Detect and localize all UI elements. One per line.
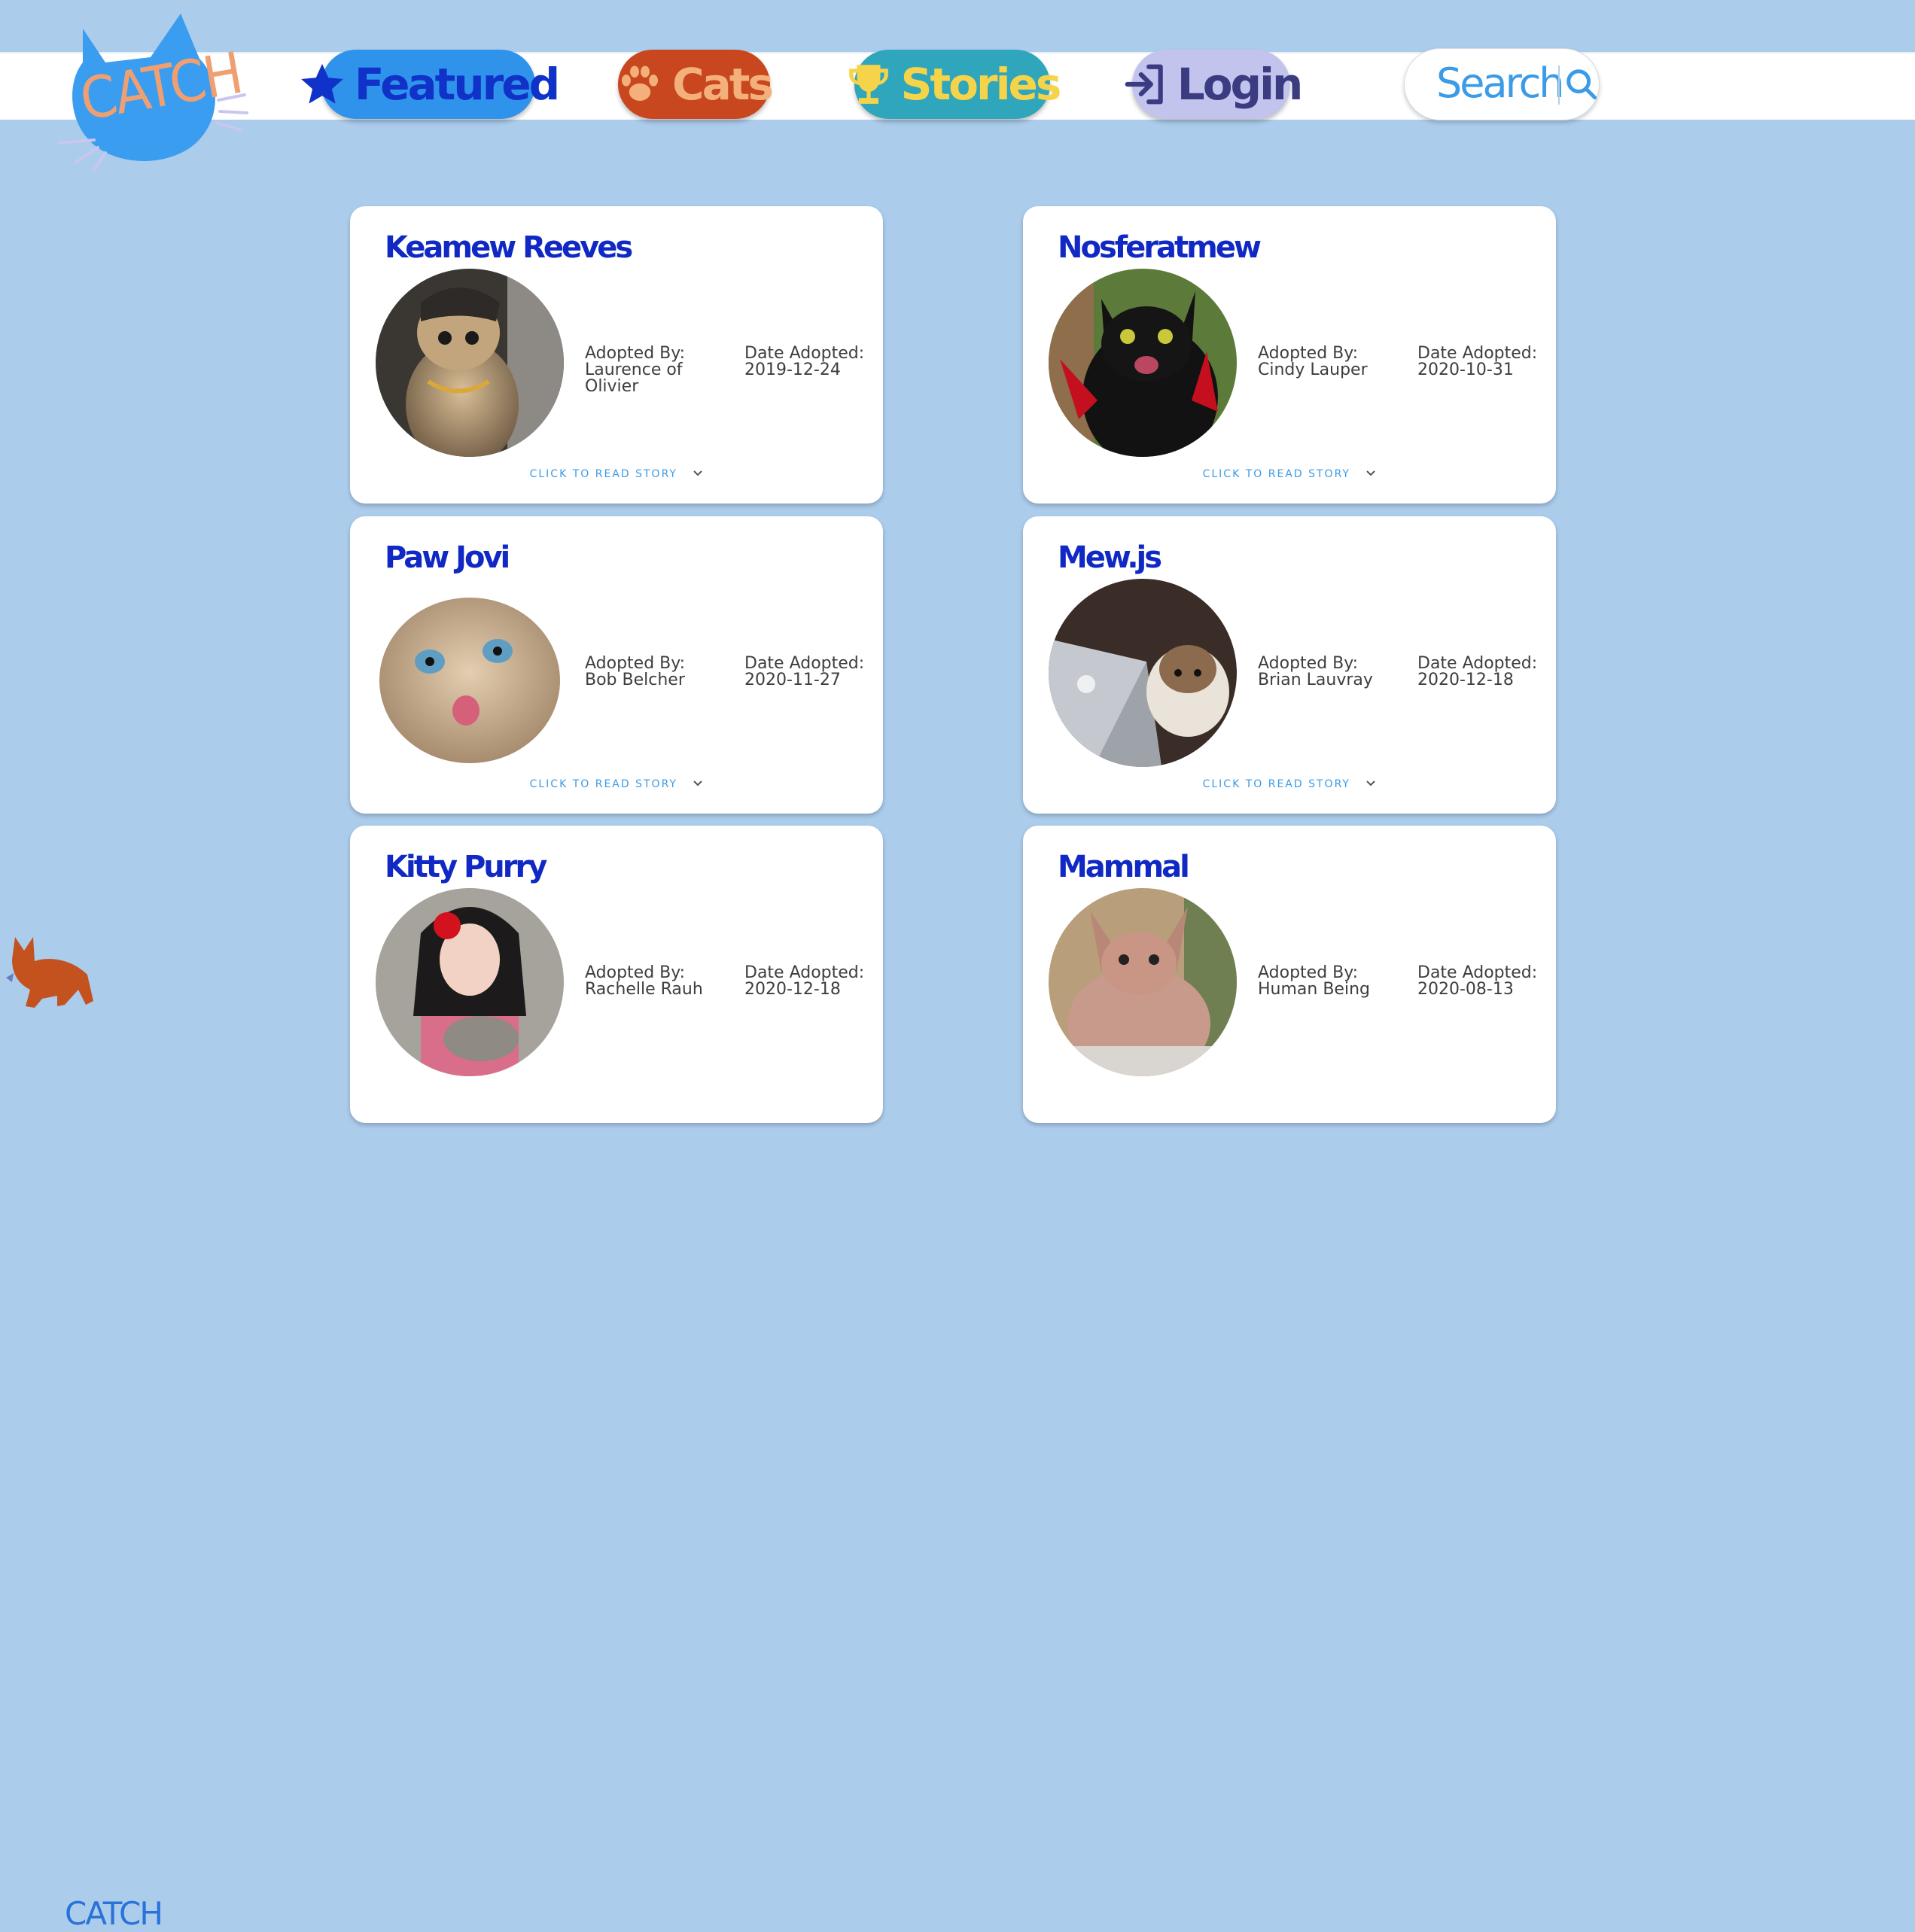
date-adopted-value: 2020-10-31 xyxy=(1417,361,1514,379)
adopted-by: Adopted By: Bob Belcher xyxy=(585,656,705,689)
date-adopted-value: 2020-08-13 xyxy=(1417,980,1514,999)
date-adopted-value: 2019-12-24 xyxy=(744,361,841,379)
read-story-label: CLICK TO READ STORY xyxy=(1202,468,1350,480)
cat-name: Mammal xyxy=(1058,850,1190,884)
adopted-by: Adopted By: Rachelle Rauh xyxy=(585,965,705,998)
chevron-down-icon xyxy=(693,468,703,480)
cat-name: Kitty Purry xyxy=(385,850,547,884)
footer-logo: CATCH xyxy=(5,929,163,1932)
cat-photo xyxy=(376,579,564,767)
nav-cats-label: Cats xyxy=(672,59,774,110)
cat-name: Nosferatmew xyxy=(1058,230,1262,265)
search-label: Search xyxy=(1436,59,1565,107)
nav-featured-button[interactable]: Featured xyxy=(300,50,560,119)
adopted-by-label: Adopted By: xyxy=(585,963,686,982)
adopted-by-label: Adopted By: xyxy=(585,654,686,673)
date-adopted: Date Adopted: 2020-12-18 xyxy=(744,965,880,998)
date-adopted-label: Date Adopted: xyxy=(1417,654,1538,673)
read-story-label: CLICK TO READ STORY xyxy=(1202,778,1350,790)
cat-photo xyxy=(1049,579,1237,767)
date-adopted: Date Adopted: 2020-12-18 xyxy=(1417,656,1553,689)
cat-name: Paw Jovi xyxy=(385,540,510,575)
cat-name: Keamew Reeves xyxy=(385,230,633,265)
adopted-by-value: Laurence of Olivier xyxy=(585,361,683,396)
adopted-by-value: Rachelle Rauh xyxy=(585,980,703,999)
date-adopted-value: 2020-11-27 xyxy=(744,671,841,689)
read-story-label: CLICK TO READ STORY xyxy=(529,468,677,480)
chevron-down-icon xyxy=(1365,468,1376,480)
nav-login-button[interactable]: Login xyxy=(1125,50,1303,119)
read-story-toggle[interactable]: CLICK TO READ STORY xyxy=(350,778,883,790)
nav-stories-button[interactable]: Stories xyxy=(848,50,1061,119)
nav-featured-label: Featured xyxy=(354,59,560,110)
cat-photo xyxy=(1049,269,1237,457)
adopted-by: Adopted By: Human Being xyxy=(1258,965,1378,998)
cat-photo xyxy=(376,269,564,457)
date-adopted-label: Date Adopted: xyxy=(744,654,865,673)
cat-card[interactable]: Mew.js Adopted By: Brian Lauvray Date Ad… xyxy=(1023,516,1556,814)
cat-name: Mew.js xyxy=(1058,540,1162,575)
adopted-by-value: Cindy Lauper xyxy=(1258,361,1368,379)
nav-cats-button[interactable]: Cats xyxy=(617,50,774,119)
adopted-by-label: Adopted By: xyxy=(1258,963,1359,982)
cat-card[interactable]: Keamew Reeves Adopted By: Laurence of Ol… xyxy=(350,206,883,504)
date-adopted-label: Date Adopted: xyxy=(744,963,865,982)
cat-card[interactable]: Kitty Purry Adopted By: Rachelle Rauh Da… xyxy=(350,826,883,1123)
adopted-by-value: Bob Belcher xyxy=(585,671,685,689)
adopted-by-label: Adopted By: xyxy=(1258,654,1359,673)
date-adopted-value: 2020-12-18 xyxy=(744,980,841,999)
date-adopted: Date Adopted: 2019-12-24 xyxy=(744,345,880,379)
adopted-by-value: Human Being xyxy=(1258,980,1370,999)
date-adopted: Date Adopted: 2020-10-31 xyxy=(1417,345,1553,379)
date-adopted-value: 2020-12-18 xyxy=(1417,671,1514,689)
paw-icon xyxy=(617,61,663,108)
search-divider xyxy=(1558,65,1560,105)
cat-photo xyxy=(376,888,564,1076)
date-adopted-label: Date Adopted: xyxy=(1417,963,1538,982)
adopted-by-label: Adopted By: xyxy=(585,344,686,363)
search-button[interactable]: Search xyxy=(1404,48,1600,120)
login-arrow-icon xyxy=(1122,61,1168,108)
chevron-down-icon xyxy=(693,778,703,790)
adopted-by: Adopted By: Cindy Lauper xyxy=(1258,345,1378,379)
nav-stories-label: Stories xyxy=(900,59,1062,110)
cat-card[interactable]: Nosferatmew Adopted By: Cindy Lauper Dat… xyxy=(1023,206,1556,504)
date-adopted: Date Adopted: 2020-08-13 xyxy=(1417,965,1553,998)
cat-photo xyxy=(1049,888,1237,1076)
catch-logo[interactable]: CATCH xyxy=(53,6,256,172)
read-story-toggle[interactable]: CLICK TO READ STORY xyxy=(350,468,883,480)
adopted-by: Adopted By: Brian Lauvray xyxy=(1258,656,1378,689)
cat-card[interactable]: Paw Jovi Adopted By: Bob Belcher Date Ad… xyxy=(350,516,883,814)
search-icon[interactable] xyxy=(1564,67,1599,102)
adopted-by-label: Adopted By: xyxy=(1258,344,1359,363)
date-adopted: Date Adopted: 2020-11-27 xyxy=(744,656,880,689)
date-adopted-label: Date Adopted: xyxy=(1417,344,1538,363)
nav-login-label: Login xyxy=(1177,59,1303,110)
adopted-by-value: Brian Lauvray xyxy=(1258,671,1373,689)
date-adopted-label: Date Adopted: xyxy=(744,344,865,363)
cat-silhouette-icon xyxy=(6,937,93,1008)
cat-card[interactable]: Mammal Adopted By: Human Being Date Adop… xyxy=(1023,826,1556,1123)
footer-wordmark: CATCH xyxy=(65,1895,163,1932)
chevron-down-icon xyxy=(1365,778,1376,790)
star-icon xyxy=(299,61,346,108)
trophy-icon xyxy=(845,61,892,108)
read-story-label: CLICK TO READ STORY xyxy=(529,778,677,790)
read-story-toggle[interactable]: CLICK TO READ STORY xyxy=(1023,778,1556,790)
adopted-by: Adopted By: Laurence of Olivier xyxy=(585,345,705,395)
read-story-toggle[interactable]: CLICK TO READ STORY xyxy=(1023,468,1556,480)
